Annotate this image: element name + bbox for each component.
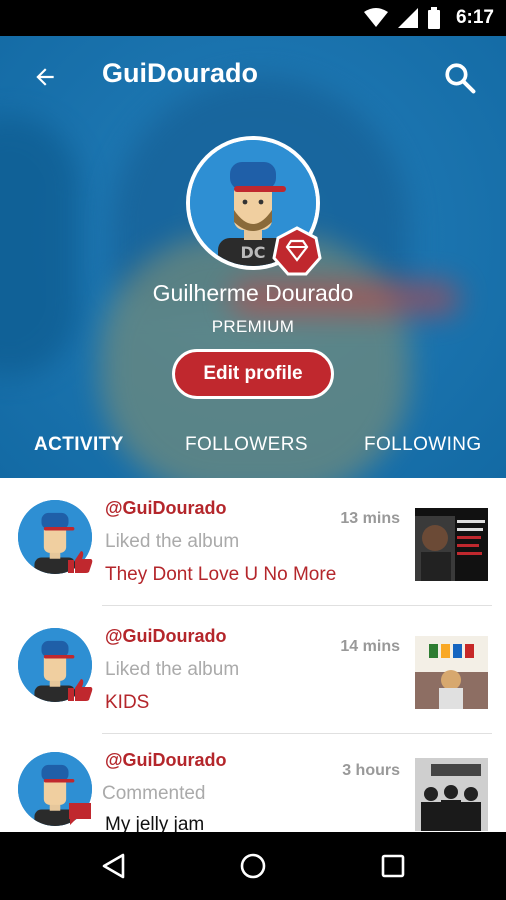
wifi-icon bbox=[363, 8, 388, 27]
activity-action: Commented bbox=[102, 783, 206, 804]
tab-following[interactable]: FOLLOWING bbox=[364, 434, 482, 456]
nav-home-button[interactable] bbox=[233, 846, 273, 886]
status-time: 6:17 bbox=[455, 7, 494, 28]
square-recents-icon bbox=[381, 854, 405, 878]
activity-action: Liked the album bbox=[105, 659, 240, 680]
svg-text:DC: DC bbox=[240, 243, 265, 262]
membership-tier: PREMIUM bbox=[211, 317, 295, 336]
header-background-blur bbox=[0, 116, 80, 376]
profile-name: Guilherme Dourado bbox=[152, 280, 354, 306]
activity-user-handle[interactable]: @GuiDourado bbox=[105, 626, 227, 647]
system-navigation-bar bbox=[0, 832, 506, 900]
thumbs-up-icon bbox=[66, 676, 94, 704]
edit-profile-button[interactable]: Edit profile bbox=[172, 349, 334, 399]
app-bar: GuiDourado bbox=[0, 36, 506, 116]
battery-icon bbox=[427, 7, 440, 29]
album-cover-thumbnail[interactable] bbox=[415, 508, 488, 581]
activity-target-link[interactable]: KIDS bbox=[105, 692, 149, 714]
activity-timestamp: 3 hours bbox=[342, 762, 400, 779]
activity-user-handle[interactable]: @GuiDourado bbox=[105, 498, 227, 519]
list-item[interactable]: @GuiDourado Commented My jelly jam 3 hou… bbox=[0, 734, 506, 832]
arrow-left-icon bbox=[36, 68, 54, 86]
activity-user-handle[interactable]: @GuiDourado bbox=[105, 750, 227, 771]
profile-header: GuiDourado DC Guilherme Dourado PREMIUM … bbox=[0, 36, 506, 478]
activity-comment-text: My jelly jam bbox=[105, 814, 205, 832]
activity-timestamp: 14 mins bbox=[340, 638, 400, 655]
comment-icon bbox=[66, 800, 94, 828]
triangle-back-icon bbox=[102, 853, 125, 879]
cellular-signal-icon bbox=[397, 8, 418, 28]
nav-recents-button[interactable] bbox=[373, 846, 413, 886]
list-item[interactable]: @GuiDourado Liked the album KIDS 14 mins bbox=[0, 606, 506, 734]
status-bar: 6:17 bbox=[0, 0, 506, 36]
activity-feed: @GuiDourado Liked the album They Dont Lo… bbox=[0, 478, 506, 832]
tab-activity[interactable]: ACTIVITY bbox=[34, 434, 124, 456]
search-button[interactable] bbox=[438, 56, 482, 100]
album-cover-thumbnail[interactable] bbox=[415, 758, 488, 831]
thumbs-up-icon bbox=[66, 548, 94, 576]
activity-target-link[interactable]: They Dont Love U No More bbox=[105, 564, 336, 586]
back-button[interactable] bbox=[24, 56, 66, 98]
nav-back-button[interactable] bbox=[94, 846, 134, 886]
tab-followers[interactable]: FOLLOWERS bbox=[185, 434, 308, 456]
page-title: GuiDourado bbox=[102, 58, 258, 88]
album-cover-thumbnail[interactable] bbox=[415, 636, 488, 709]
premium-diamond-badge-icon bbox=[272, 226, 322, 276]
search-icon bbox=[445, 63, 476, 94]
list-item[interactable]: @GuiDourado Liked the album They Dont Lo… bbox=[0, 478, 506, 606]
activity-timestamp: 13 mins bbox=[340, 510, 400, 527]
activity-action: Liked the album bbox=[105, 531, 240, 552]
circle-home-icon bbox=[240, 853, 266, 879]
